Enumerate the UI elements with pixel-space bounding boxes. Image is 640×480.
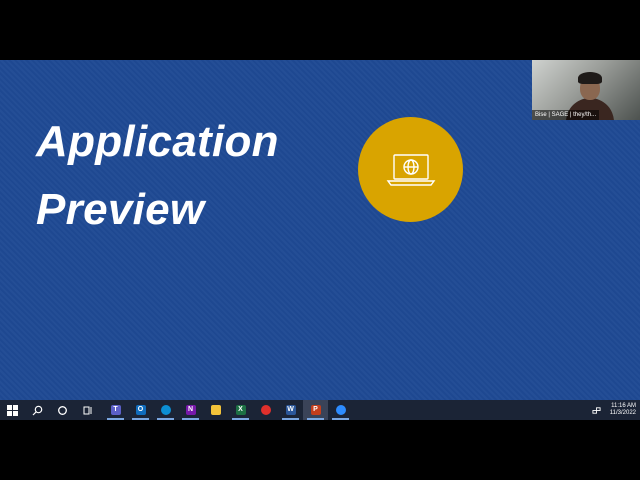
taskbar-edge-button[interactable] bbox=[153, 400, 178, 420]
letterbox-bottom bbox=[0, 420, 640, 480]
record-icon bbox=[260, 405, 271, 415]
pinned-apps: T O N X W P bbox=[103, 400, 353, 420]
outlook-icon: O bbox=[135, 405, 146, 415]
taskbar-file-explorer-button[interactable] bbox=[203, 400, 228, 420]
search-icon bbox=[32, 405, 43, 415]
cortana-button[interactable] bbox=[50, 400, 75, 420]
powerpoint-icon: P bbox=[310, 405, 321, 415]
taskbar-record-button[interactable] bbox=[253, 400, 278, 420]
edge-icon bbox=[160, 405, 171, 415]
word-icon: W bbox=[285, 405, 296, 415]
taskbar-zoom-button[interactable] bbox=[328, 400, 353, 420]
network-icon bbox=[592, 406, 601, 414]
taskbar-powerpoint-button[interactable]: P bbox=[303, 400, 328, 420]
slide-title: Application Preview bbox=[36, 117, 279, 234]
webcam-video-thumbnail[interactable]: Bise | SAGE | they/th... bbox=[532, 60, 640, 120]
taskbar-excel-button[interactable]: X bbox=[228, 400, 253, 420]
globe-laptop-badge bbox=[358, 117, 463, 222]
clock-date: 11/3/2022 bbox=[609, 410, 636, 416]
teams-icon: T bbox=[110, 405, 121, 415]
taskbar-word-button[interactable]: W bbox=[278, 400, 303, 420]
network-tray-button[interactable] bbox=[590, 400, 604, 420]
onenote-icon: N bbox=[185, 405, 196, 415]
search-button[interactable] bbox=[25, 400, 50, 420]
file-explorer-icon bbox=[210, 405, 221, 415]
windows-taskbar: T O N X W P 11:16 AM 11/3/2022 bbox=[0, 400, 640, 420]
start-button[interactable] bbox=[0, 400, 25, 420]
excel-icon: X bbox=[235, 405, 246, 415]
zoom-icon bbox=[335, 405, 346, 415]
task-view-icon bbox=[83, 406, 92, 414]
clock-time: 11:16 AM bbox=[611, 403, 636, 409]
participant-name-label: Bise | SAGE | they/th... bbox=[532, 110, 600, 120]
presenter-hair bbox=[578, 72, 602, 84]
cortana-circle-icon bbox=[58, 405, 67, 415]
system-tray: 11:16 AM 11/3/2022 bbox=[590, 400, 636, 420]
task-view-button[interactable] bbox=[75, 400, 100, 420]
taskbar-teams-button[interactable]: T bbox=[103, 400, 128, 420]
taskbar-outlook-button[interactable]: O bbox=[128, 400, 153, 420]
letterbox-top bbox=[0, 0, 640, 60]
laptop-globe-icon bbox=[386, 153, 435, 186]
windows-logo-icon bbox=[7, 404, 18, 416]
system-clock[interactable]: 11:16 AM 11/3/2022 bbox=[610, 403, 636, 417]
taskbar-onenote-button[interactable]: N bbox=[178, 400, 203, 420]
